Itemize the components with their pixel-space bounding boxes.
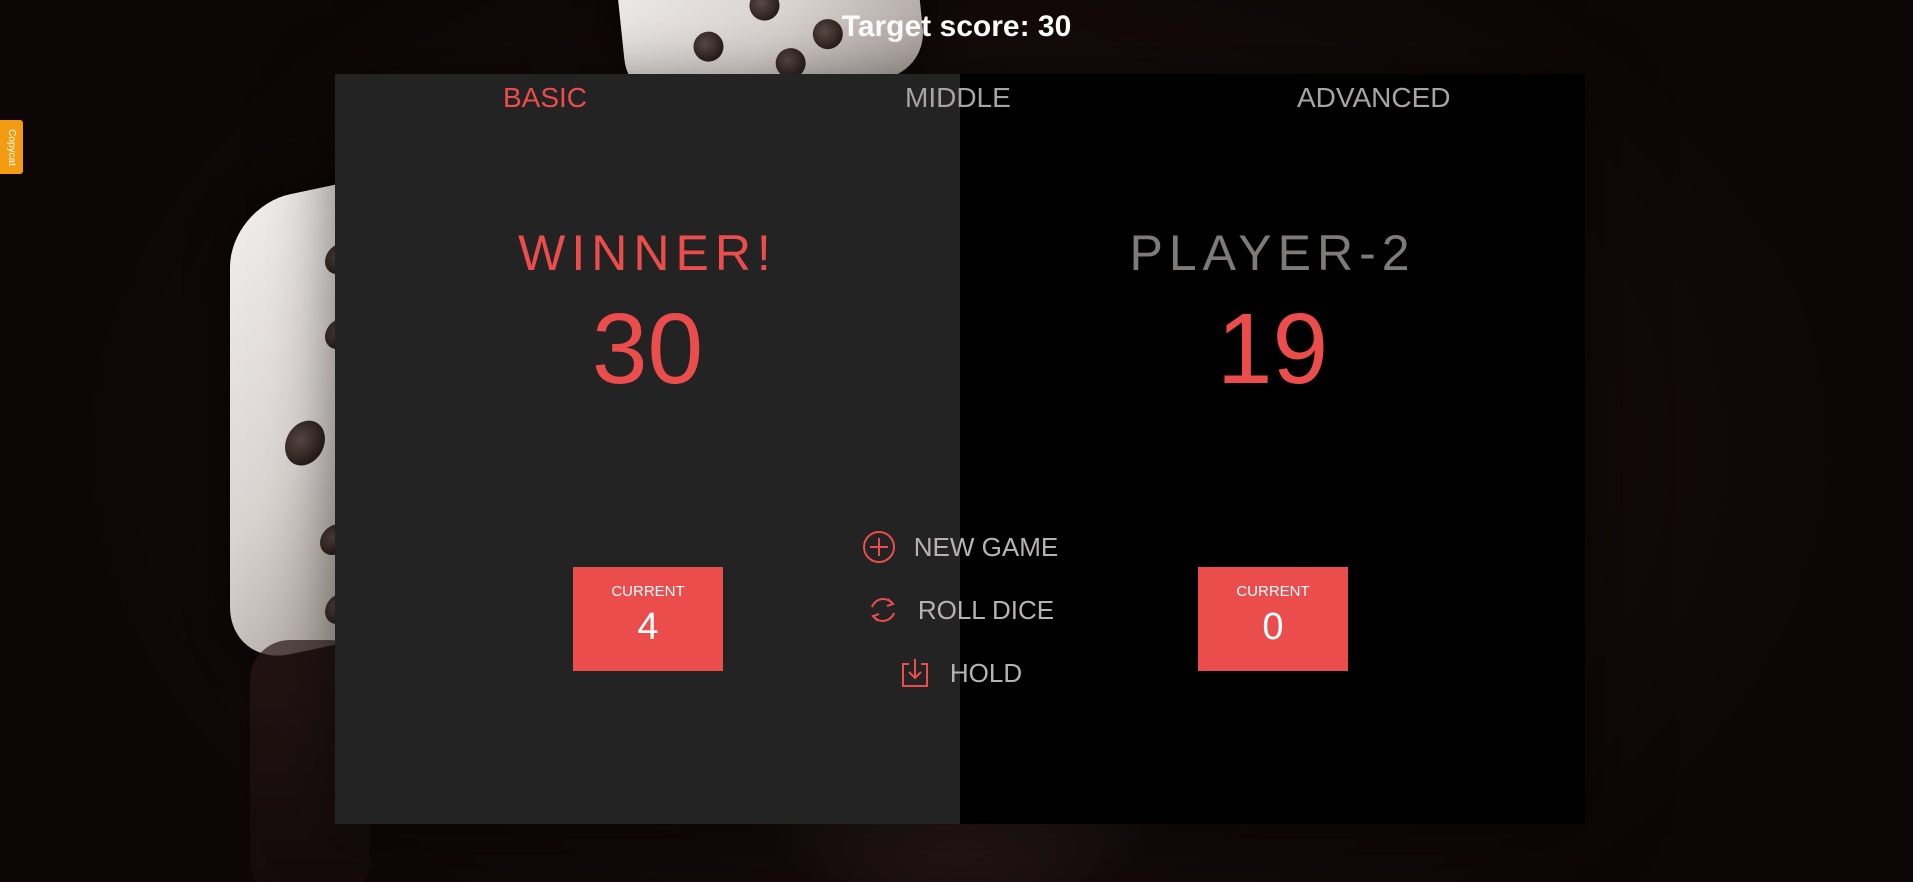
new-game-label: NEW GAME <box>913 531 1059 562</box>
player-1-name: WINNER! <box>518 225 777 281</box>
level-tab-middle[interactable]: MIDDLE <box>905 82 1011 114</box>
new-game-button[interactable]: NEW GAME <box>335 530 1585 564</box>
level-tab-basic[interactable]: BASIC <box>503 82 587 114</box>
side-tab-label: Copycat <box>6 128 17 166</box>
player-1-score: 30 <box>591 293 704 405</box>
download-icon <box>901 659 928 687</box>
hold-button[interactable]: HOLD <box>335 656 1585 690</box>
player-2-name: PLAYER-2 <box>1129 225 1416 281</box>
target-score-heading: Target score: 30 <box>841 10 1072 43</box>
copycat-side-tab[interactable]: Copycat <box>0 120 23 174</box>
refresh-icon <box>870 598 895 622</box>
roll-dice-label: ROLL DICE <box>917 594 1055 625</box>
player-2-score: 19 <box>1216 293 1329 405</box>
plus-circle-icon <box>862 531 895 563</box>
roll-dice-button[interactable]: ROLL DICE <box>335 593 1585 627</box>
hold-label: HOLD <box>949 657 1023 688</box>
player-1-panel: WINNER! 30 CURRENT 4 <box>335 74 960 824</box>
game-board: WINNER! 30 CURRENT 4 PLAYER-2 19 CURRENT… <box>335 74 1585 824</box>
player-2-panel: PLAYER-2 19 CURRENT 0 <box>960 74 1585 824</box>
level-tab-advanced[interactable]: ADVANCED <box>1297 82 1451 114</box>
